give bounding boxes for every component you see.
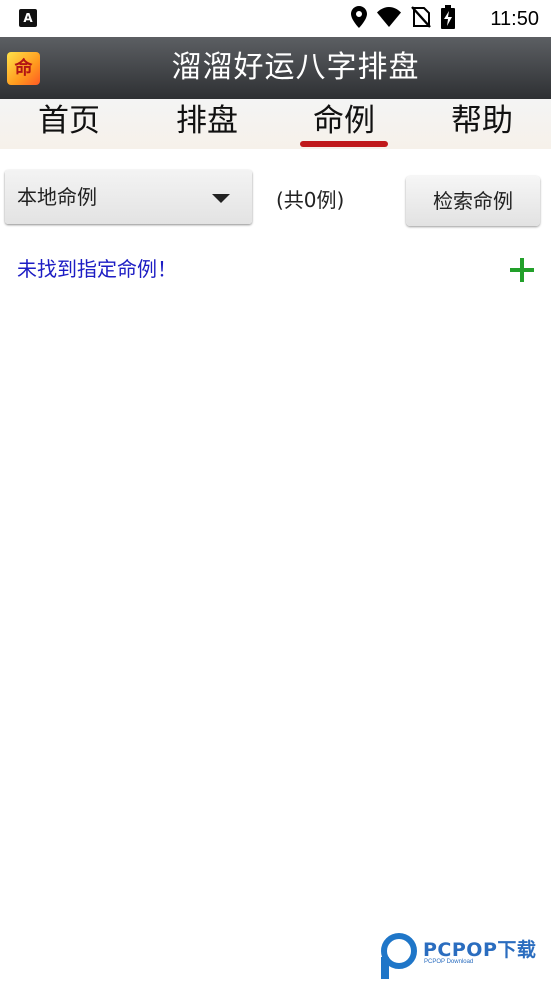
status-icons: [351, 5, 455, 33]
battery-charging-icon: [441, 5, 455, 33]
app-title: 溜溜好运八字排盘: [171, 50, 420, 85]
pcpop-logo-icon: [381, 933, 417, 979]
notification-a-icon: A: [19, 9, 37, 27]
tab-bar: 首页 排盘 命例 帮助: [0, 99, 551, 149]
title-bar: 命 溜溜好运八字排盘: [0, 37, 551, 99]
case-source-selected: 本地命例: [17, 185, 97, 209]
status-time: 11:50: [490, 8, 539, 30]
wifi-icon: [377, 7, 401, 31]
empty-message: 未找到指定命例！: [17, 257, 177, 281]
tab-cases[interactable]: 命例: [275, 99, 413, 149]
location-icon: [351, 6, 367, 32]
watermark-subtext: PCPOP Download: [424, 959, 474, 965]
search-cases-button[interactable]: 检索命例: [406, 176, 540, 226]
case-source-dropdown[interactable]: 本地命例: [5, 170, 252, 224]
tab-help[interactable]: 帮助: [413, 99, 551, 149]
dropdown-arrow-icon: [212, 194, 230, 203]
add-case-icon[interactable]: [510, 258, 534, 282]
watermark: PCPOP下载 PCPOP Download: [381, 931, 551, 979]
status-bar: A 11:50: [0, 0, 551, 37]
case-count: (共0例): [276, 188, 345, 212]
tab-paipan[interactable]: 排盘: [138, 99, 276, 149]
watermark-text: PCPOP下载: [423, 939, 537, 961]
no-sim-icon: [411, 6, 431, 32]
tab-home[interactable]: 首页: [0, 99, 138, 149]
